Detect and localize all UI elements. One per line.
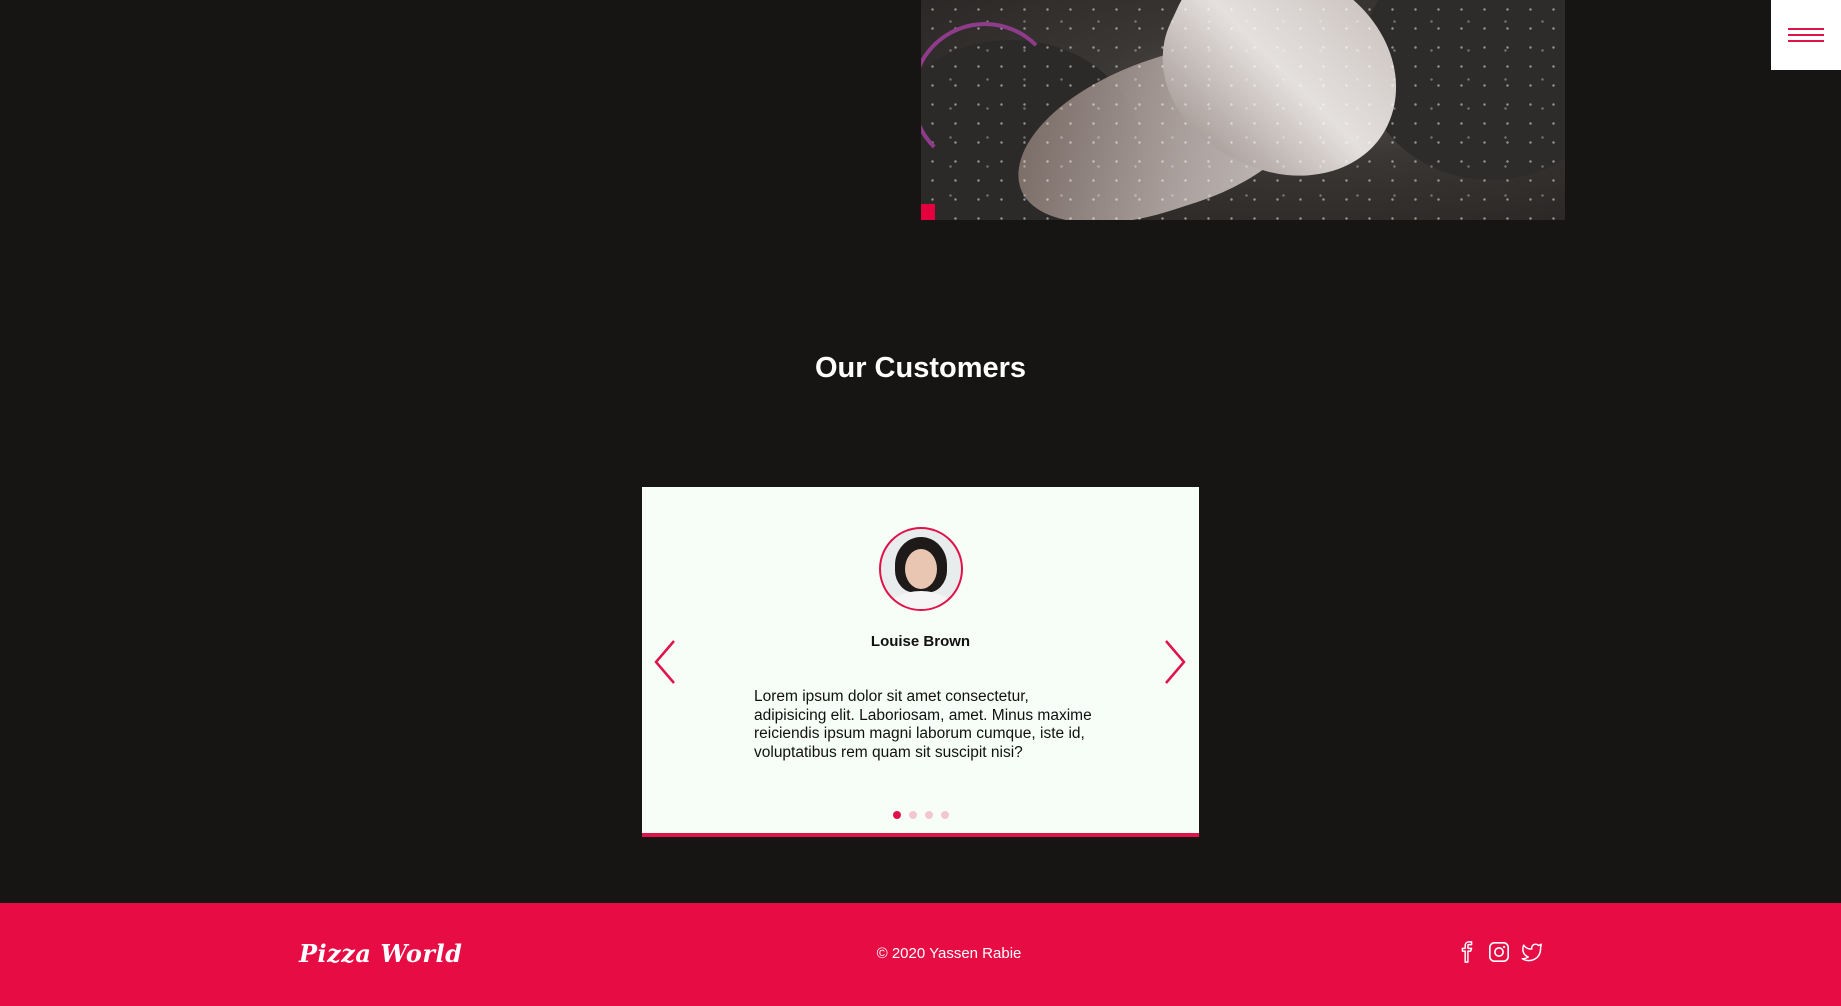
avatar [879, 527, 963, 611]
copyright: © 2020 Yassen Rabie [876, 945, 1022, 962]
testimonial-card: Louise Brown Lorem ipsum dolor sit amet … [642, 487, 1199, 837]
chevron-right-icon[interactable] [1160, 637, 1190, 687]
page: Our Customers Louise Brown Lorem ipsum d… [0, 0, 1841, 1006]
section-title: Our Customers [814, 352, 1027, 384]
next-button[interactable] [1160, 637, 1190, 687]
customer-name: Louise Brown [870, 633, 971, 650]
facebook-icon[interactable] [1456, 941, 1478, 963]
pagination-dot-3[interactable] [924, 811, 933, 819]
pagination-dots [642, 811, 1199, 819]
social-links [1456, 941, 1542, 963]
pagination-dot-1[interactable] [892, 811, 901, 819]
pagination-dot-4[interactable] [940, 811, 949, 819]
menu-button[interactable] [1771, 0, 1841, 70]
instagram-icon[interactable] [1488, 941, 1510, 963]
footer: Pizza World © 2020 Yassen Rabie [0, 903, 1841, 1006]
pagination-dot-2[interactable] [908, 811, 917, 819]
testimonial-quote: Lorem ipsum dolor sit amet consectetur, … [754, 688, 1092, 761]
twitter-icon[interactable] [1520, 941, 1542, 963]
hero-photo [921, 0, 1565, 220]
